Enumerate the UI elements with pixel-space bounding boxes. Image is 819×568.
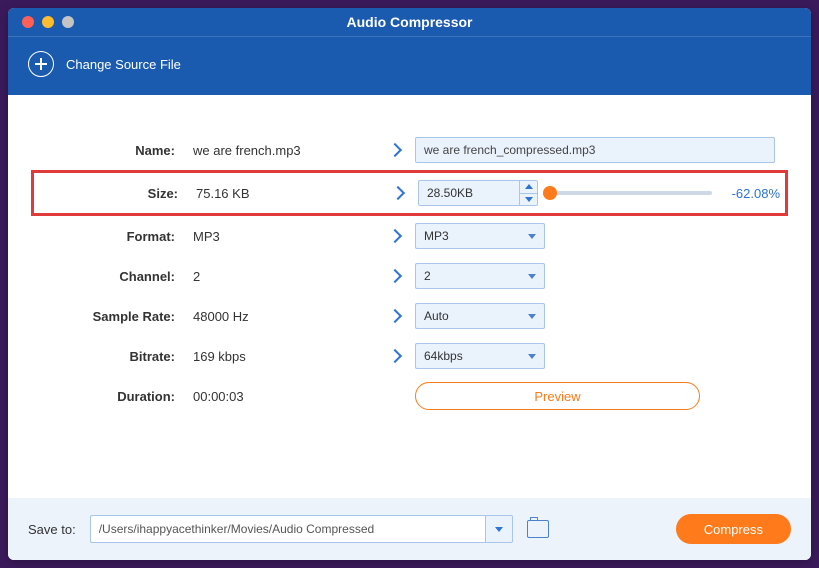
change-source-button[interactable]: Change Source File [66, 57, 181, 72]
size-slider[interactable] [550, 191, 712, 195]
compress-button[interactable]: Compress [676, 514, 791, 544]
row-size: Size: 75.16 KB 28.50KB [36, 173, 785, 213]
sample-rate-label: Sample Rate: [33, 309, 193, 324]
row-name: Name: we are french.mp3 [33, 130, 786, 170]
bitrate-select-value: 64kbps [424, 349, 463, 363]
preview-button[interactable]: Preview [415, 382, 700, 410]
format-label: Format: [33, 229, 193, 244]
toolbar: Change Source File [8, 37, 811, 95]
size-delta: -62.08% [720, 186, 780, 201]
add-file-icon[interactable] [28, 51, 54, 77]
sample-rate-original: 48000 Hz [193, 309, 375, 324]
bitrate-original: 169 kbps [193, 349, 375, 364]
bitrate-label: Bitrate: [33, 349, 193, 364]
arrow-icon [375, 271, 415, 281]
arrow-icon [375, 231, 415, 241]
format-select-value: MP3 [424, 229, 449, 243]
size-slider-wrap: -62.08% [550, 186, 780, 201]
row-duration: Duration: 00:00:03 Preview [33, 376, 786, 416]
arrow-icon [378, 188, 418, 198]
row-format: Format: MP3 MP3 [33, 216, 786, 256]
content: Name: we are french.mp3 Size: 75.16 KB 2… [8, 95, 811, 498]
size-target-value: 28.50KB [419, 181, 519, 205]
chevron-down-icon [528, 314, 536, 319]
duration-value: 00:00:03 [193, 389, 375, 404]
size-original: 75.16 KB [196, 186, 378, 201]
chevron-down-icon [528, 274, 536, 279]
channel-select[interactable]: 2 [415, 263, 545, 289]
titlebar: Audio Compressor [8, 8, 811, 37]
arrow-icon [375, 145, 415, 155]
size-highlight: Size: 75.16 KB 28.50KB [31, 170, 788, 216]
size-label: Size: [36, 186, 196, 201]
output-name-input[interactable] [415, 137, 775, 163]
row-bitrate: Bitrate: 169 kbps 64kbps [33, 336, 786, 376]
close-window-button[interactable] [22, 16, 34, 28]
name-label: Name: [33, 143, 193, 158]
channel-select-value: 2 [424, 269, 431, 283]
bitrate-select[interactable]: 64kbps [415, 343, 545, 369]
footer: Save to: Compress [8, 498, 811, 560]
row-channel: Channel: 2 2 [33, 256, 786, 296]
name-original: we are french.mp3 [193, 143, 375, 158]
maximize-window-button[interactable] [62, 16, 74, 28]
channel-original: 2 [193, 269, 375, 284]
window-controls [22, 16, 74, 28]
size-slider-thumb[interactable] [543, 186, 557, 200]
save-path-dropdown[interactable] [485, 515, 513, 543]
app-window: Audio Compressor Change Source File Name… [8, 8, 811, 560]
duration-label: Duration: [33, 389, 193, 404]
format-original: MP3 [193, 229, 375, 244]
channel-label: Channel: [33, 269, 193, 284]
sample-rate-select[interactable]: Auto [415, 303, 545, 329]
open-folder-button[interactable] [527, 520, 549, 538]
save-path-input[interactable] [90, 515, 485, 543]
chevron-down-icon [528, 354, 536, 359]
window-title: Audio Compressor [8, 14, 811, 30]
header: Audio Compressor Change Source File [8, 8, 811, 95]
format-select[interactable]: MP3 [415, 223, 545, 249]
minimize-window-button[interactable] [42, 16, 54, 28]
save-path-combo [90, 515, 513, 543]
size-step-down[interactable] [519, 194, 537, 206]
arrow-icon [375, 311, 415, 321]
chevron-down-icon [528, 234, 536, 239]
row-sample-rate: Sample Rate: 48000 Hz Auto [33, 296, 786, 336]
sample-rate-select-value: Auto [424, 309, 449, 323]
size-step-up[interactable] [519, 181, 537, 194]
save-to-label: Save to: [28, 522, 76, 537]
arrow-icon [375, 351, 415, 361]
size-stepper[interactable]: 28.50KB [418, 180, 538, 206]
